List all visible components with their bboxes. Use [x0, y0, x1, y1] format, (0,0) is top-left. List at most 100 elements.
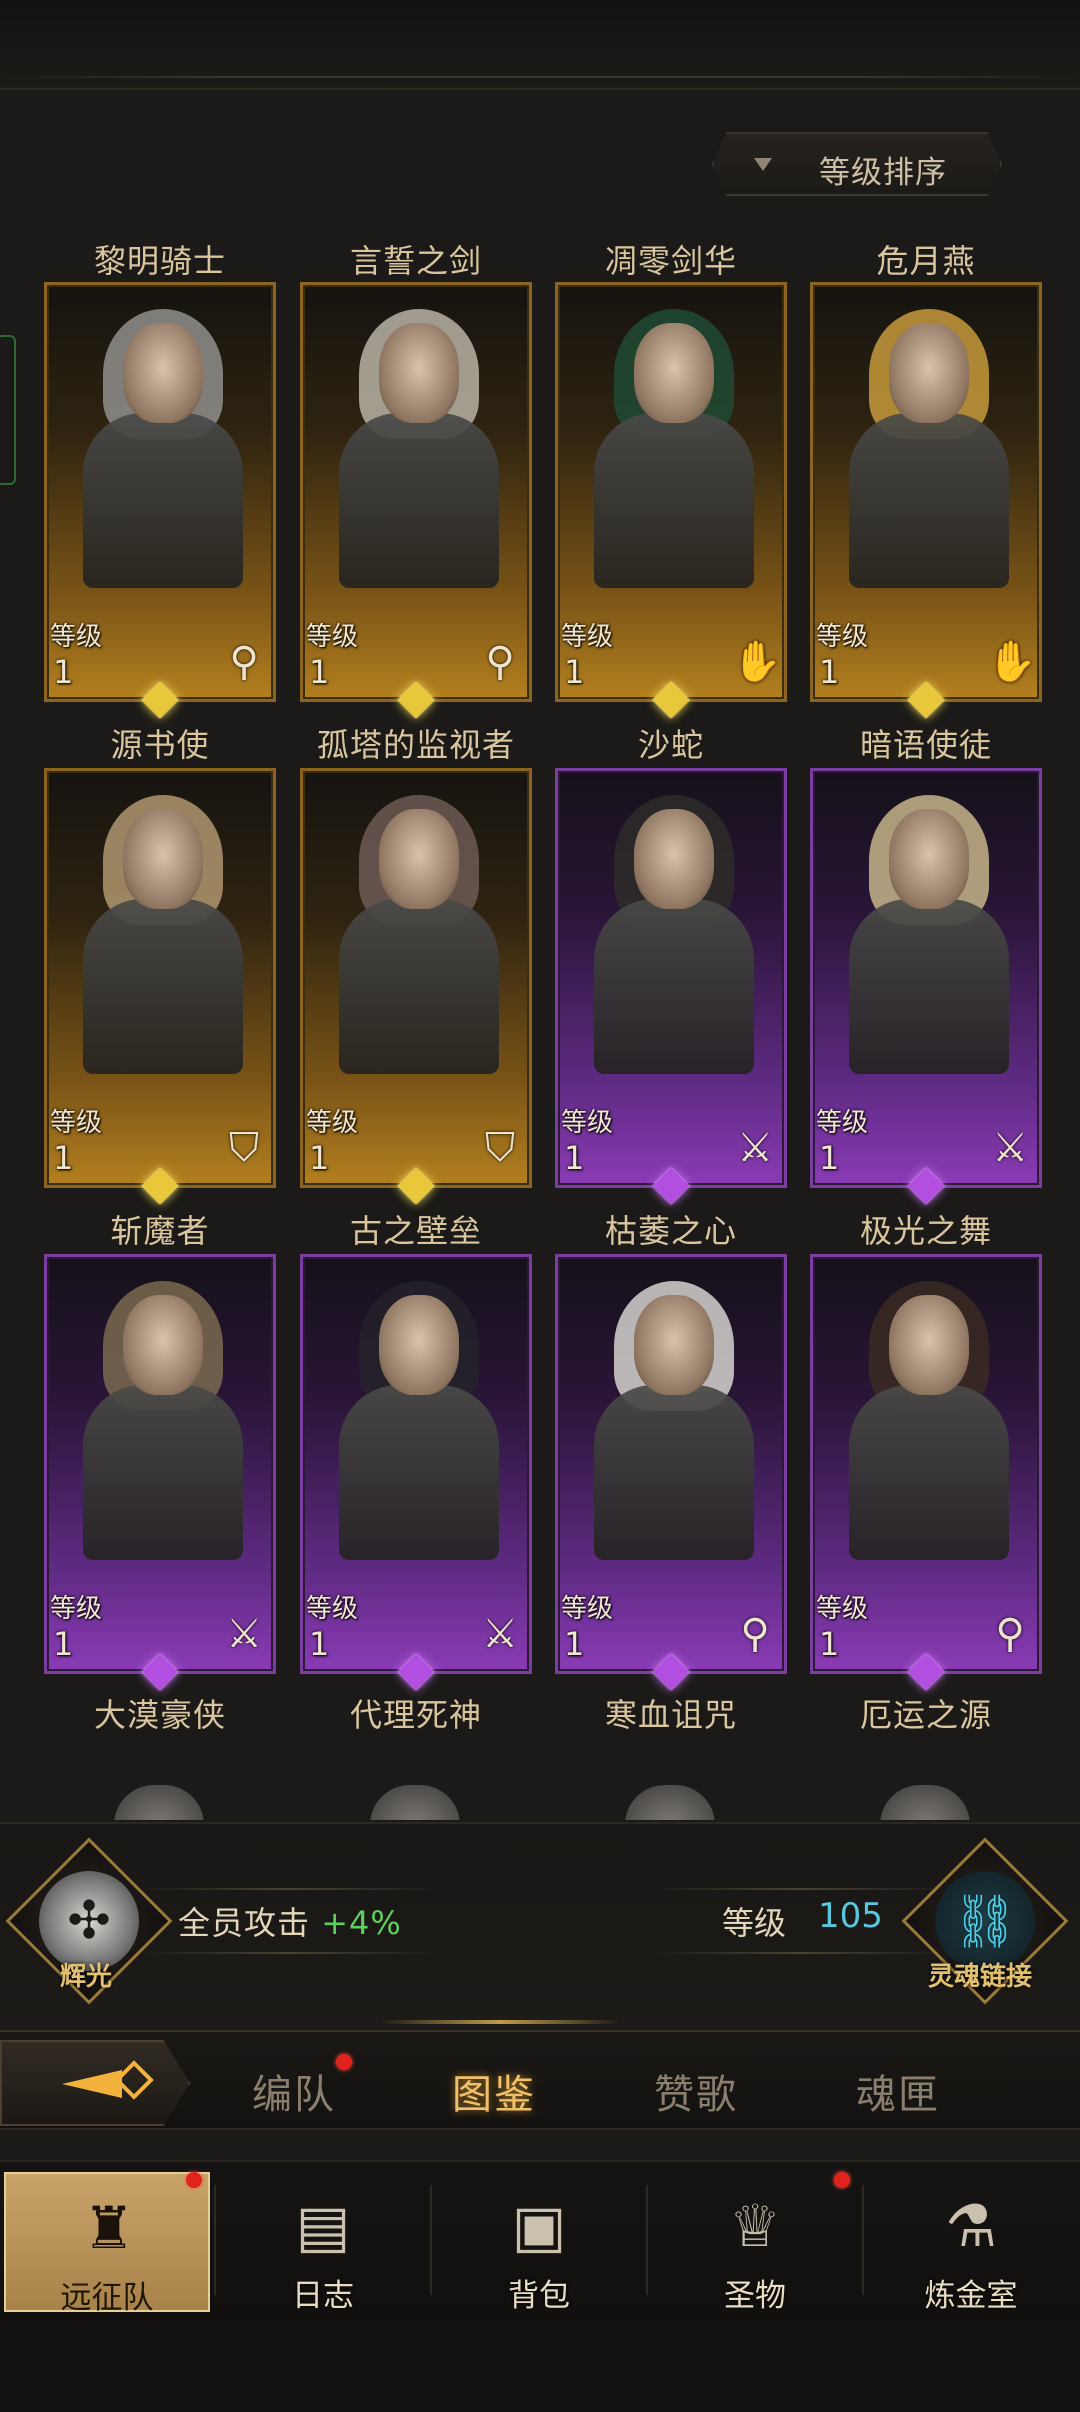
level-value: 1: [564, 1625, 585, 1663]
hero-card[interactable]: 等级 1 ✋: [555, 282, 787, 702]
portrait-head: [634, 809, 714, 909]
hero-portrait: [83, 1281, 243, 1560]
scroll-icon: ▤: [295, 2192, 351, 2260]
hero-name: 暗语使徒: [859, 726, 992, 764]
hero-collection-grid: 黎明骑士 言誓之剑 凋零剑华 危月燕 等级 1 ⚲ 等级 1 ⚲ 等级 1 ✋ 等级 1 ✋ 等级 1 ⛉ 等级 1 ⛉ 等…: [0, 0, 1080, 1820]
portrait-body: [594, 413, 754, 588]
nav-label: 圣物: [724, 2278, 786, 2314]
notification-dot: [186, 2172, 202, 2188]
hero-portrait: [594, 1281, 754, 1560]
level-value: 1: [309, 653, 330, 691]
level-value: 1: [819, 1625, 840, 1663]
hero-name: 枯萎之心: [604, 1212, 737, 1250]
bottom-safe-area: [0, 2320, 1080, 2412]
level-label: 等级: [816, 1108, 869, 1138]
next-hero-peek[interactable]: [880, 1785, 970, 1820]
level-label: 等级: [561, 1108, 614, 1138]
divider-line: [140, 1952, 440, 1954]
hero-card[interactable]: 等级 1 ⚲: [555, 1254, 787, 1674]
tab-0[interactable]: 编队: [252, 2062, 336, 2120]
hero-portrait: [83, 795, 243, 1074]
portrait-body: [83, 899, 243, 1074]
hero-portrait: [83, 309, 243, 588]
level-label: 等级: [306, 1594, 359, 1624]
level-value: 1: [53, 1139, 74, 1177]
nav-item-4[interactable]: ⚗ 炼金室: [868, 2172, 1074, 2314]
hero-name: 危月燕: [876, 242, 976, 280]
nav-item-2[interactable]: ▣ 背包: [436, 2172, 642, 2314]
tab-2[interactable]: 赞歌: [654, 2062, 738, 2120]
bag-icon: ▣: [511, 2192, 567, 2260]
sword-icon: ⚔: [737, 1125, 773, 1171]
hero-name: 厄运之源: [859, 1696, 992, 1734]
helmet-icon: ♜: [83, 2194, 135, 2262]
portrait-body: [83, 1385, 243, 1560]
tab-3[interactable]: 魂匣: [856, 2062, 940, 2120]
notification-dot: [834, 2172, 850, 2188]
nav-label: 炼金室: [924, 2278, 1018, 2314]
portrait-body: [339, 899, 499, 1074]
portrait-head: [889, 323, 969, 423]
nav-label: 背包: [508, 2278, 570, 2314]
hero-card[interactable]: 等级 1 ⚲: [44, 282, 276, 702]
level-value: 1: [564, 653, 585, 691]
shield-icon: ⛉: [485, 1125, 515, 1171]
hero-card[interactable]: 等级 1 ⚔: [44, 1254, 276, 1674]
back-arrow-icon: [62, 2070, 122, 2098]
team-attack-label: 全员攻击: [178, 1904, 311, 1942]
hero-name: 古之壁垒: [349, 1212, 482, 1250]
hero-name: 黎明骑士: [93, 242, 226, 280]
nav-separator: [646, 2185, 648, 2295]
hero-card[interactable]: 等级 1 ⛉: [300, 768, 532, 1188]
hero-name: 大漠豪侠: [93, 1696, 226, 1734]
hero-card[interactable]: 等级 1 ⚔: [300, 1254, 532, 1674]
sword-icon: ⚔: [992, 1125, 1028, 1171]
portrait-body: [594, 899, 754, 1074]
level-label: 等级: [561, 622, 614, 652]
hero-card[interactable]: 等级 1 ⚔: [810, 768, 1042, 1188]
level-label: 等级: [50, 1108, 103, 1138]
hero-name: 源书使: [110, 726, 210, 764]
portrait-head: [889, 809, 969, 909]
hero-card[interactable]: 等级 1 ✋: [810, 282, 1042, 702]
tab-1[interactable]: 图鉴: [452, 2062, 536, 2120]
next-hero-peek[interactable]: [114, 1785, 204, 1820]
portrait-body: [83, 413, 243, 588]
portrait-body: [339, 1385, 499, 1560]
shield-icon: ⛉: [229, 1125, 259, 1171]
hero-name: 斩魔者: [110, 1212, 210, 1250]
level-label: 等级: [561, 1594, 614, 1624]
hero-name: 沙蛇: [637, 726, 704, 764]
next-hero-peek[interactable]: [625, 1785, 715, 1820]
portrait-head: [123, 809, 203, 909]
radiance-label: 辉光: [60, 1962, 113, 1992]
hero-name: 言誓之剑: [349, 242, 482, 280]
hero-portrait: [849, 1281, 1009, 1560]
chalice-icon: ♕: [729, 2192, 781, 2260]
alchemy-icon: ⚗: [945, 2192, 997, 2260]
next-hero-peek[interactable]: [370, 1785, 460, 1820]
portrait-head: [889, 1295, 969, 1395]
hero-portrait: [339, 309, 499, 588]
hero-card[interactable]: 等级 1 ⚔: [555, 768, 787, 1188]
hero-name: 寒血诅咒: [604, 1696, 737, 1734]
hero-name: 极光之舞: [859, 1212, 992, 1250]
level-value: 1: [564, 1139, 585, 1177]
nav-item-0[interactable]: ♜ 远征队: [4, 2172, 210, 2316]
divider-line: [140, 1888, 440, 1890]
hero-name: 代理死神: [349, 1696, 482, 1734]
level-label: 等级: [306, 622, 359, 652]
hero-card[interactable]: 等级 1 ⛉: [44, 768, 276, 1188]
nav-item-1[interactable]: ▤ 日志: [220, 2172, 426, 2314]
hero-portrait: [339, 795, 499, 1074]
nav-item-3[interactable]: ♕ 圣物: [652, 2172, 858, 2314]
portrait-body: [339, 413, 499, 588]
portrait-body: [849, 899, 1009, 1074]
staff-icon: ⚲: [995, 1611, 1025, 1657]
hero-card[interactable]: 等级 1 ⚲: [810, 1254, 1042, 1674]
level-value: 1: [819, 653, 840, 691]
hero-name: 孤塔的监视者: [316, 726, 515, 764]
hero-card[interactable]: 等级 1 ⚲: [300, 282, 532, 702]
palm-icon: ✋: [732, 639, 782, 685]
level-label: 等级: [50, 622, 103, 652]
